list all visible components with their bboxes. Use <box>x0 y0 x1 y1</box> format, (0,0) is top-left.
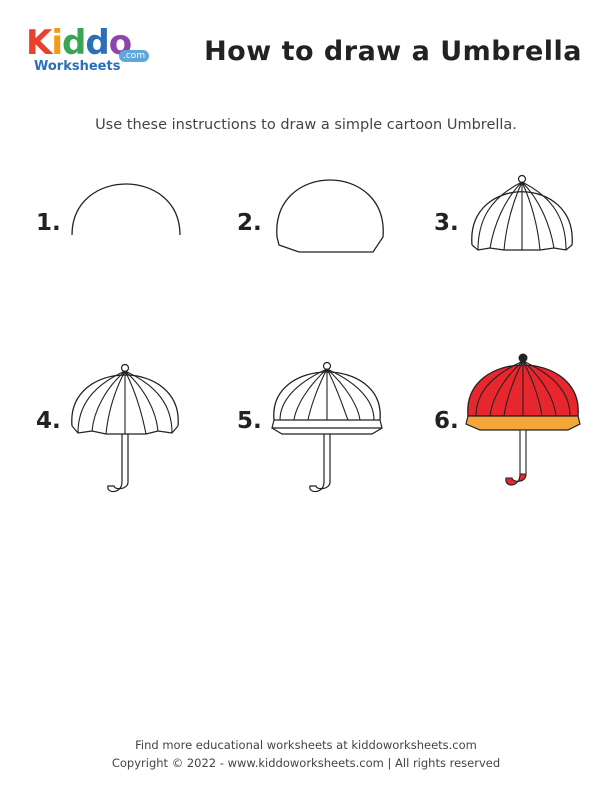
step-2-drawing <box>276 179 384 253</box>
logo-letter-i: i <box>51 23 63 63</box>
logo-letter-d2: d <box>85 23 109 63</box>
step-3-number: 3. <box>434 210 459 236</box>
logo-wordmark: Kiddo <box>26 23 132 63</box>
umbrella-rim <box>465 415 581 431</box>
kiddo-logo: Kiddo Worksheets .com <box>26 26 161 78</box>
step-5-drawing <box>271 361 383 493</box>
step-4-number: 4. <box>36 408 61 434</box>
footer-promo: Find more educational worksheets at kidd… <box>135 738 477 752</box>
step-6-number: 6. <box>434 408 459 434</box>
logo-letter-d1: d <box>62 23 86 63</box>
footer-copyright: Copyright © 2022 - www.kiddoworksheets.c… <box>111 756 501 770</box>
step-4-drawing <box>71 363 179 493</box>
umbrella-handle-tip <box>505 473 527 486</box>
step-6-drawing <box>465 353 581 486</box>
logo-tagline: Worksheets <box>34 59 121 74</box>
step-1-number: 1. <box>36 210 61 236</box>
umbrella-knob <box>518 353 528 363</box>
step-1-drawing <box>71 183 181 236</box>
page-title: How to draw a Umbrella <box>204 36 582 67</box>
step-3-drawing <box>471 174 573 251</box>
logo-badge: .com <box>119 50 150 62</box>
instructions-text: Use these instructions to draw a simple … <box>95 117 517 133</box>
step-5-number: 5. <box>237 408 262 434</box>
logo-letter-k: K <box>26 23 52 63</box>
step-2-number: 2. <box>237 210 262 236</box>
